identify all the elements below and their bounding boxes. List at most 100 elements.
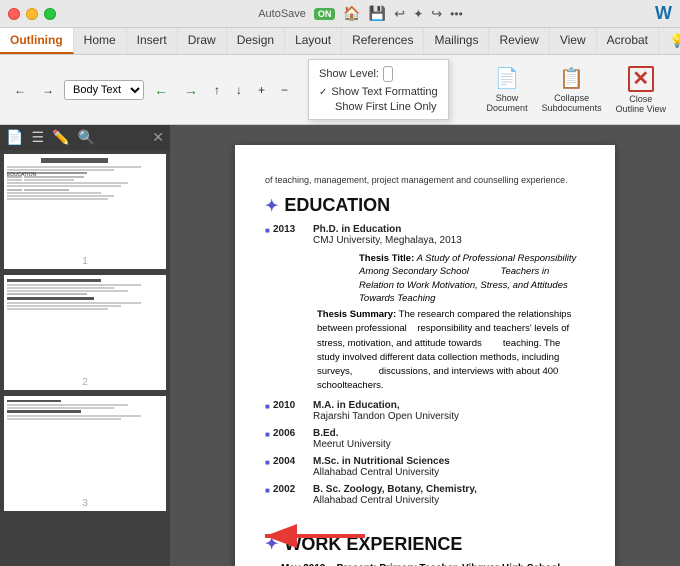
undo-icon: ↩ xyxy=(394,6,405,22)
tab-mailings[interactable]: Mailings xyxy=(424,28,489,54)
tab-outlining[interactable]: Outlining xyxy=(0,28,74,54)
save-icon: 💾 xyxy=(369,5,386,22)
tab-view[interactable]: View xyxy=(550,28,597,54)
edu-year-2013: 2013 xyxy=(273,224,313,246)
education-icon: ✦ xyxy=(265,196,278,216)
collapse-button[interactable]: − xyxy=(275,80,294,100)
collapse-icon: 📋 xyxy=(559,66,584,91)
search-panel-icon[interactable]: 🔍 xyxy=(77,129,94,146)
edu-detail-2006: B.Ed.Meerut University xyxy=(313,428,585,450)
document-page: of teaching, management, project managem… xyxy=(235,145,615,566)
edu-detail-2002: B. Sc. Zoology, Botany, Chemistry,Allaha… xyxy=(313,484,585,506)
ribbon-tabs: Outlining Home Insert Draw Design Layout… xyxy=(0,28,680,55)
show-first-line-row: Show First Line Only xyxy=(319,101,438,113)
thesis-summary-label: Thesis Summary: xyxy=(317,309,396,320)
tab-design[interactable]: Design xyxy=(227,28,285,54)
show-document-label: ShowDocument xyxy=(487,93,528,113)
close-outline-btn[interactable]: ✕ CloseOutline View xyxy=(610,64,672,116)
bullet-icon: ■ xyxy=(265,402,273,422)
move-up-button[interactable]: ↑ xyxy=(208,80,226,100)
close-outline-label: CloseOutline View xyxy=(616,94,666,114)
list-icon[interactable]: ☰ xyxy=(31,129,44,146)
title-bar-actions: W xyxy=(655,3,672,24)
title-bar-center: AutoSave ON 🏠 💾 ↩ ✦ ↪ ••• xyxy=(66,5,655,22)
show-level-select[interactable] xyxy=(383,66,393,82)
close-button[interactable] xyxy=(8,8,20,20)
thumbnail-list: EDUCATION 1 xyxy=(0,150,170,566)
document-icon: 📄 xyxy=(495,66,520,91)
tab-insert[interactable]: Insert xyxy=(127,28,178,54)
thumbnail-1[interactable]: EDUCATION 1 xyxy=(4,154,166,269)
autosave-toggle[interactable]: ON xyxy=(314,8,336,20)
redo-icon: ↪ xyxy=(431,6,442,22)
more-icon: ✦ xyxy=(413,7,423,21)
thumbnail-2[interactable]: 2 xyxy=(4,275,166,390)
show-text-formatting-row: ✓ Show Text Formatting xyxy=(319,86,438,98)
intro-text: of teaching, management, project managem… xyxy=(265,175,585,185)
show-panel: Show Level: ✓ Show Text Formatting Show … xyxy=(308,59,449,120)
main-content[interactable]: of teaching, management, project managem… xyxy=(170,125,680,566)
ribbon-right-buttons: 📄 ShowDocument 📋 CollapseSubdocuments ✕ … xyxy=(481,64,672,116)
edit-icon[interactable]: ✏️ xyxy=(52,129,69,146)
thesis-title: Thesis Title: A Study of Professional Re… xyxy=(307,252,585,305)
thumb-num-2: 2 xyxy=(4,375,166,390)
bullet-icon: ■ xyxy=(265,430,273,450)
red-arrow xyxy=(255,524,375,548)
edu-item-2004: ■ 2004 M.Sc. in Nutritional SciencesAlla… xyxy=(265,456,585,478)
check-icon: ✓ xyxy=(319,87,327,98)
thumb-num-1: 1 xyxy=(4,254,166,269)
collapse-subdocs-label: CollapseSubdocuments xyxy=(542,93,602,113)
minimize-button[interactable] xyxy=(26,8,38,20)
back-button[interactable]: ← xyxy=(8,80,32,100)
demote-button[interactable]: → xyxy=(178,79,204,101)
tab-draw[interactable]: Draw xyxy=(178,28,227,54)
tab-references[interactable]: References xyxy=(342,28,424,54)
bullet-icon: ■ xyxy=(265,226,273,246)
show-first-line-label: Show First Line Only xyxy=(335,101,436,113)
edu-item-2013: ■ 2013 Ph.D. in EducationCMJ University,… xyxy=(265,224,585,246)
autosave-label: AutoSave xyxy=(258,8,306,20)
expand-button[interactable]: + xyxy=(252,80,271,100)
collapse-subdocuments-btn[interactable]: 📋 CollapseSubdocuments xyxy=(536,64,608,116)
thumbnail-3[interactable]: 3 xyxy=(4,396,166,511)
close-panel-icon[interactable]: ✕ xyxy=(152,129,164,146)
edu-detail-2004: M.Sc. in Nutritional SciencesAllahabad C… xyxy=(313,456,585,478)
edu-year-2010: 2010 xyxy=(273,400,313,422)
show-text-formatting-label: Show Text Formatting xyxy=(331,86,437,98)
forward-button[interactable]: → xyxy=(36,80,60,100)
word-icon: W xyxy=(655,3,672,24)
edu-item-2002: ■ 2002 B. Sc. Zoology, Botany, Chemistry… xyxy=(265,484,585,506)
education-title: EDUCATION xyxy=(284,195,390,216)
app-body: 📄 ☰ ✏️ 🔍 ✕ EDUCATION xyxy=(0,125,680,566)
maximize-button[interactable] xyxy=(44,8,56,20)
tab-lightbulb[interactable]: 💡 xyxy=(659,28,680,54)
more-options-icon[interactable]: ••• xyxy=(450,7,463,21)
edu-year-2006: 2006 xyxy=(273,428,313,450)
tab-acrobat[interactable]: Acrobat xyxy=(597,28,659,54)
edu-year-2004: 2004 xyxy=(273,456,313,478)
tab-home[interactable]: Home xyxy=(74,28,127,54)
bullet-icon: ■ xyxy=(265,486,273,506)
bullet-icon: ■ xyxy=(265,458,273,478)
outlining-toolbar: ← → Body Text Level 1 Level 2 ← → ↑ ↓ + … xyxy=(0,55,680,125)
promote-button[interactable]: ← xyxy=(148,79,174,101)
outline-level-select[interactable]: Body Text Level 1 Level 2 xyxy=(64,80,144,100)
title-bar: AutoSave ON 🏠 💾 ↩ ✦ ↪ ••• W xyxy=(0,0,680,28)
show-level-label: Show Level: xyxy=(319,68,379,80)
page-thumbnail-icon[interactable]: 📄 xyxy=(6,129,23,146)
edu-year-2002: 2002 xyxy=(273,484,313,506)
traffic-lights xyxy=(8,8,56,20)
edu-item-2010: ■ 2010 M.A. in Education,Rajarshi Tandon… xyxy=(265,400,585,422)
left-panel: 📄 ☰ ✏️ 🔍 ✕ EDUCATION xyxy=(0,125,170,566)
thesis-summary: Thesis Summary: The research compared th… xyxy=(265,308,585,394)
move-down-button[interactable]: ↓ xyxy=(230,80,248,100)
panel-toolbar: 📄 ☰ ✏️ 🔍 ✕ xyxy=(0,125,170,150)
show-document-btn[interactable]: 📄 ShowDocument xyxy=(481,64,534,116)
edu-detail-2010: M.A. in Education,Rajarshi Tandon Open U… xyxy=(313,400,585,422)
tab-layout[interactable]: Layout xyxy=(285,28,342,54)
thumb-num-3: 3 xyxy=(4,496,166,511)
edu-item-2006: ■ 2006 B.Ed.Meerut University xyxy=(265,428,585,450)
education-header: ✦ EDUCATION xyxy=(265,195,585,216)
tab-review[interactable]: Review xyxy=(489,28,549,54)
home-icon: 🏠 xyxy=(343,5,360,22)
